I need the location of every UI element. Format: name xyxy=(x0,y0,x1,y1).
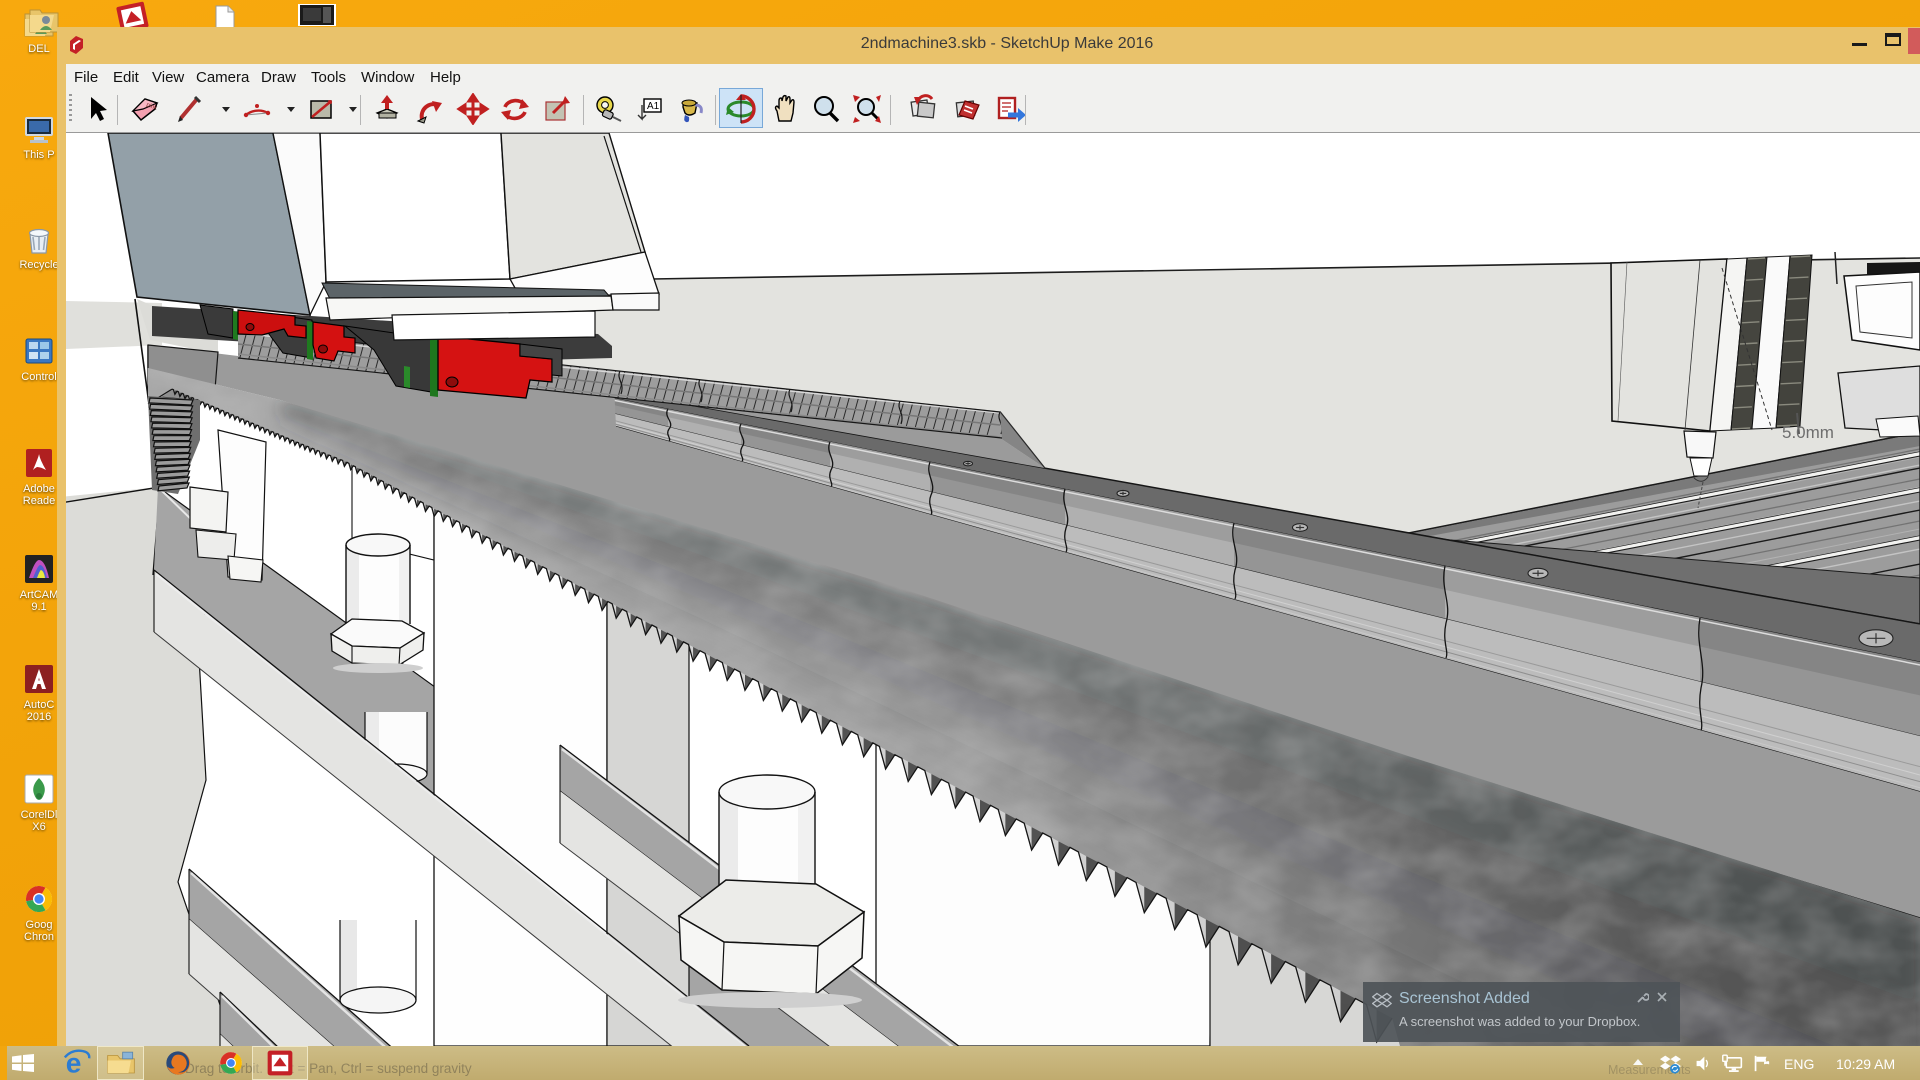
svg-text:5.0mm: 5.0mm xyxy=(1782,423,1834,442)
svg-text:A1: A1 xyxy=(647,101,660,112)
